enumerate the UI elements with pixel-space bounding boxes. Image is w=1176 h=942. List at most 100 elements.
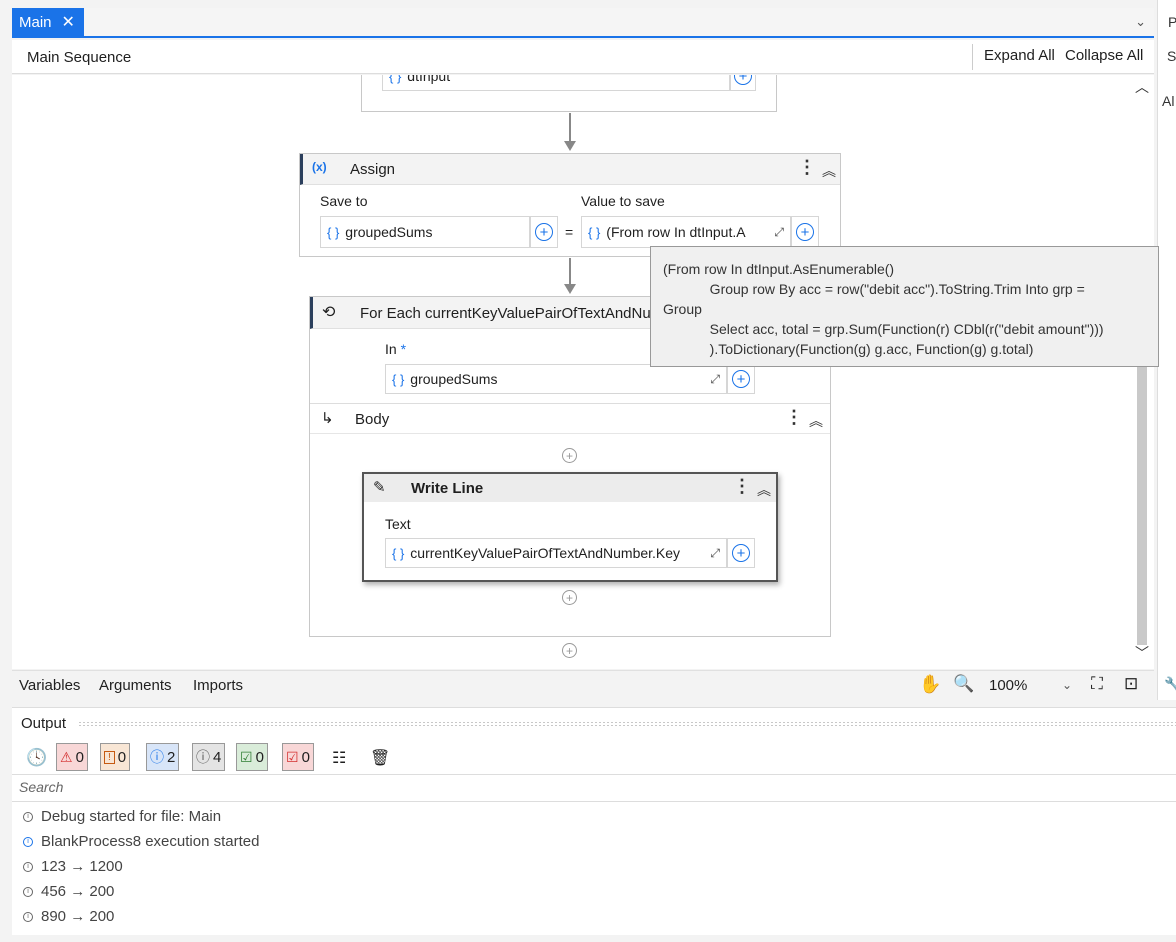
- panel-tab-label[interactable]: P: [1168, 14, 1176, 30]
- tooltip-line: Group row By acc = row("debit acc").ToSt…: [663, 281, 1085, 297]
- expression-value: dtInput: [407, 75, 451, 84]
- collapse-icon[interactable]: ︽: [822, 161, 836, 181]
- hand-icon[interactable]: ✋: [919, 674, 941, 695]
- tab-main[interactable]: Main ✕: [12, 8, 84, 36]
- arguments-tab[interactable]: Arguments: [99, 677, 172, 694]
- plus-icon: +: [796, 223, 814, 241]
- chevron-down-icon[interactable]: ⌄: [1062, 678, 1072, 692]
- log-line[interactable]: i Debug started for file: Main: [23, 808, 221, 825]
- trace-filter-button[interactable]: ⓘ 4: [192, 743, 226, 771]
- expression-field[interactable]: { } dtInput: [382, 75, 730, 91]
- tab-main-label: Main: [19, 13, 52, 31]
- scroll-up-icon[interactable]: ︿: [1135, 77, 1149, 97]
- expand-editor-icon[interactable]: ⤢: [710, 546, 720, 561]
- zoom-icon[interactable]: 🔍: [953, 674, 974, 694]
- collapse-icon[interactable]: ︽: [757, 480, 771, 500]
- errors-filter-button[interactable]: ⚠ 0: [56, 743, 88, 771]
- braces-icon: { }: [588, 224, 601, 240]
- breadcrumb[interactable]: Main Sequence: [27, 49, 131, 66]
- value-to-save-value: (From row In dtInput.A: [606, 224, 746, 240]
- log-text: BlankProcess8 execution started: [41, 833, 260, 850]
- filter-count: 4: [213, 748, 222, 766]
- clock-icon[interactable]: 🕓: [26, 748, 47, 768]
- value-to-save-field[interactable]: { } (From row In dtInput.A ⤢: [581, 216, 791, 248]
- vertical-scrollbar[interactable]: ︿ ﹀: [1130, 75, 1154, 669]
- failed-filter-button[interactable]: ☑ 0: [282, 743, 314, 771]
- filter-count: 0: [75, 748, 84, 766]
- expand-all-button[interactable]: Expand All: [984, 47, 1055, 64]
- assign-header[interactable]: (x) Assign ⋮ ︽: [300, 154, 840, 185]
- write-line-header[interactable]: ✎ Write Line ⋮ ︽: [364, 474, 776, 502]
- log-text: 456 → 200: [41, 883, 115, 900]
- loop-icon: ⟲: [322, 304, 336, 321]
- assign-activity[interactable]: (x) Assign ⋮ ︽ Save to Value to save { }…: [299, 153, 841, 257]
- write-line-activity[interactable]: ✎ Write Line ⋮ ︽ Text { } currentKeyValu…: [362, 472, 778, 582]
- log-text: 123 → 1200: [41, 858, 123, 875]
- log-line[interactable]: i 890 → 200: [23, 908, 114, 925]
- add-argument-button[interactable]: +: [730, 75, 756, 91]
- tooltip-line: Select acc, total = grp.Sum(Function(r) …: [663, 321, 1104, 337]
- panel-grip[interactable]: [78, 721, 1176, 727]
- imports-tab[interactable]: Imports: [193, 677, 243, 694]
- log-line[interactable]: i 456 → 200: [23, 883, 114, 900]
- error-icon: ⚠: [60, 748, 73, 765]
- plus-icon: +: [734, 75, 752, 85]
- chevron-down-icon[interactable]: ⌄: [1135, 14, 1146, 30]
- sort-icon[interactable]: ☷: [332, 748, 346, 768]
- log-line[interactable]: i 123 → 1200: [23, 858, 123, 875]
- log-line[interactable]: i BlankProcess8 execution started: [23, 833, 259, 850]
- collapse-icon[interactable]: ︽: [809, 411, 823, 431]
- variables-tab[interactable]: Variables: [19, 677, 80, 694]
- wrench-icon[interactable]: 🔧: [1164, 676, 1176, 693]
- panel-label: Sy: [1167, 48, 1176, 64]
- success-filter-button[interactable]: ☑ 0: [236, 743, 268, 771]
- expand-editor-icon[interactable]: ⤢: [710, 372, 720, 387]
- insert-activity-icon[interactable]: +: [562, 448, 577, 463]
- body-header[interactable]: ↳ Body ⋮ ︽: [310, 403, 830, 434]
- previous-activity-card: { } dtInput +: [361, 75, 777, 112]
- in-collection-value: groupedSums: [410, 371, 498, 387]
- warnings-filter-button[interactable]: ! 0: [100, 743, 131, 771]
- text-value: currentKeyValuePairOfTextAndNumber.Key: [410, 545, 681, 561]
- add-argument-button[interactable]: +: [530, 216, 558, 248]
- search-input[interactable]: Search: [12, 774, 1176, 802]
- collapse-all-button[interactable]: Collapse All: [1065, 47, 1143, 64]
- connector-arrow: [564, 141, 576, 151]
- properties-panel-edge: P Sy Al 🔧: [1157, 0, 1176, 700]
- add-argument-button[interactable]: +: [727, 538, 755, 568]
- braces-icon: { }: [392, 545, 405, 561]
- insert-activity-icon[interactable]: +: [562, 590, 577, 605]
- save-to-field[interactable]: { } groupedSums: [320, 216, 530, 248]
- plus-icon: +: [732, 370, 750, 388]
- log-text: Debug started for file: Main: [41, 808, 222, 825]
- more-options-icon[interactable]: ⋮: [798, 157, 816, 178]
- in-collection-field[interactable]: { } groupedSums ⤢: [385, 364, 727, 394]
- trace-icon: ⓘ: [196, 749, 210, 765]
- filter-count: 2: [167, 748, 176, 766]
- designer-header: Main Sequence Expand All Collapse All: [12, 40, 1154, 74]
- expand-editor-icon[interactable]: ⤢: [774, 225, 784, 240]
- scroll-down-icon[interactable]: ﹀: [1135, 643, 1149, 663]
- insert-activity-icon[interactable]: +: [562, 643, 577, 658]
- field-label: Save to: [320, 193, 368, 209]
- trash-icon[interactable]: 🗑: [370, 748, 390, 768]
- add-argument-button[interactable]: +: [791, 216, 819, 248]
- overview-icon[interactable]: ⊡: [1124, 674, 1138, 694]
- more-options-icon[interactable]: ⋮: [733, 476, 751, 497]
- add-argument-button[interactable]: +: [727, 364, 755, 394]
- braces-icon: { }: [389, 75, 402, 84]
- scrollbar-thumb[interactable]: [1137, 355, 1147, 645]
- info-icon: ⓘ: [150, 749, 164, 765]
- more-options-icon[interactable]: ⋮: [785, 407, 803, 428]
- trace-icon: i: [23, 886, 33, 897]
- text-field[interactable]: { } currentKeyValuePairOfTextAndNumber.K…: [385, 538, 727, 568]
- close-icon[interactable]: ✕: [62, 12, 75, 32]
- zoom-level[interactable]: 100%: [989, 677, 1027, 694]
- workflow-canvas[interactable]: { } dtInput + (x) Assign ⋮ ︽ Save to Val…: [12, 75, 1154, 669]
- activity-title: Write Line: [411, 480, 484, 497]
- write-line-icon: ✎: [373, 479, 386, 496]
- info-filter-button[interactable]: ⓘ 2: [146, 743, 180, 771]
- trace-icon: i: [23, 811, 33, 822]
- fit-to-screen-icon[interactable]: ⛶: [1091, 674, 1103, 694]
- assign-icon: (x): [312, 160, 327, 174]
